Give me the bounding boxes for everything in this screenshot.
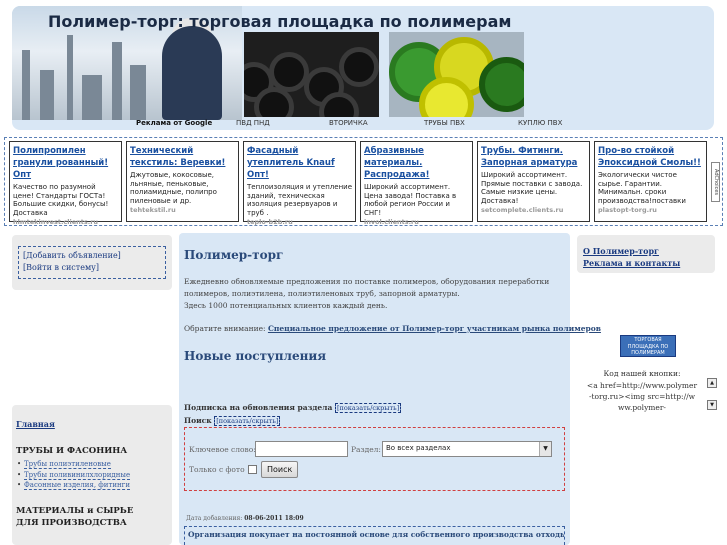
ad-url[interactable]: hlmtekinvest.clients.ru xyxy=(13,218,118,226)
menu-section-heading: МАТЕРИАЛЫ и СЫРЬЕ ДЛЯ ПРОИЗВОДСТВА xyxy=(16,505,134,528)
about-link[interactable]: О Полимер-торг xyxy=(583,245,709,257)
new-items-heading: Новые поступления xyxy=(184,349,327,363)
ad-url[interactable]: setcomplete.clients.ru xyxy=(481,206,586,214)
chevron-down-icon: ▼ xyxy=(539,442,551,456)
search-line: Поиск [показать/скрыть] xyxy=(184,416,281,426)
menu-section-heading: ТРУБЫ И ФАСОНИНА xyxy=(16,446,128,456)
ad-title[interactable]: Фасадный утеплитель Knauf Опт! xyxy=(247,145,352,181)
special-offer-link[interactable]: Специальное предложение от Полимер-торг … xyxy=(268,324,601,333)
category-menu: Главная ТРУБЫ И ФАСОНИНА Трубы полиэтиле… xyxy=(12,405,172,545)
ad-title[interactable]: Трубы. Фитинги. Запорная арматура xyxy=(481,145,586,169)
ad-url[interactable]: plastopt-torg.ru xyxy=(598,206,703,214)
ads-by-google-label: Реклама от Google xyxy=(136,119,213,127)
listing-item[interactable]: Организация покупает на постоянной основ… xyxy=(184,526,565,545)
ad-url[interactable]: tehtekstil.ru xyxy=(130,206,235,214)
main-content: Полимер-торг Ежедневно обновляемые предл… xyxy=(179,233,601,545)
login-link[interactable]: [Войти в систему] xyxy=(23,263,99,272)
ad-title[interactable]: Технический текстиль: Веревки! xyxy=(130,145,235,169)
scroll-down-icon[interactable]: ▼ xyxy=(707,400,717,410)
home-link[interactable]: Главная xyxy=(16,419,168,429)
ad-title[interactable]: Полипропилен гранули рованный! Опт xyxy=(13,145,118,181)
ad-text: Экологически чистое сырье. Гарантии. Мин… xyxy=(598,171,686,205)
ad-unit[interactable]: Абразивные материалы. Распродажа! Широки… xyxy=(360,141,473,226)
ad-banner-block: Полипропилен гранули рованный! Опт Качес… xyxy=(4,137,723,226)
scroll-up-icon[interactable]: ▲ xyxy=(707,378,717,388)
menu-section-list: Трубы полиэтиленовые Трубы поливинилхлор… xyxy=(16,459,168,491)
button-code-textarea[interactable]: <a href=http://www.polymer-torg.ru><img … xyxy=(586,380,698,412)
subscribe-toggle[interactable]: [показать/скрыть] xyxy=(334,403,402,413)
photo-only-label: Только с фото xyxy=(189,465,245,474)
subscribe-line: Подписка на обновления раздела [показать… xyxy=(184,403,402,413)
header-link-vtorichka[interactable]: ВТОРИЧКА xyxy=(329,119,368,127)
ad-text: Джутовые, кокосовые, льняные, пеньковые,… xyxy=(130,171,217,205)
site-button-logo[interactable]: ТОРГОВАЯ ПЛОЩАДКА ПО ПОЛИМЕРАМ xyxy=(620,335,676,357)
header-coils-image xyxy=(389,32,524,117)
item-date: Дата добавления: 08-06-2011 18:09 xyxy=(186,515,304,522)
section-label: Раздел: xyxy=(351,445,381,454)
ad-title[interactable]: Про-во стойкой Эпоксидной Смолы!! xyxy=(598,145,703,169)
intro-text: Ежедневно обновляемые предложения по пос… xyxy=(184,277,550,310)
button-code-label: Код нашей кнопки: xyxy=(603,369,681,378)
ad-title[interactable]: Абразивные материалы. Распродажа! xyxy=(364,145,469,181)
ad-unit[interactable]: Про-во стойкой Эпоксидной Смолы!! Эколог… xyxy=(594,141,707,222)
ad-text: Широкий ассортимент. Цена завода! Постав… xyxy=(364,183,457,217)
section-select[interactable]: Во всех разделах ▼ xyxy=(382,441,552,457)
add-ad-link[interactable]: [Добавить объявление] xyxy=(23,251,121,260)
menu-item[interactable]: Трубы полиэтиленовые xyxy=(16,459,168,470)
ad-unit[interactable]: Полипропилен гранули рованный! Опт Качес… xyxy=(9,141,122,226)
menu-item[interactable]: Фасонные изделия, фитинги xyxy=(16,480,168,491)
search-button[interactable]: Поиск xyxy=(261,461,299,478)
header-link-kuplyu-pvh[interactable]: КУПЛЮ ПВХ xyxy=(518,119,562,127)
search-toggle[interactable]: [показать/скрыть] xyxy=(214,416,281,426)
photo-only-checkbox[interactable] xyxy=(248,465,257,474)
notice-line: Обратите внимание: Специальное предложен… xyxy=(184,324,601,333)
menu-item[interactable]: Трубы поливинилхлоридные xyxy=(16,470,168,481)
ad-choices-badge[interactable]: AdChoices xyxy=(711,162,720,202)
ad-text: Теплоизоляция и утепление зданий, технич… xyxy=(247,183,352,217)
ad-text: Качество по разумной цене! Стандарты ГОС… xyxy=(13,183,109,217)
listing-title[interactable]: Организация покупает на постоянной основ… xyxy=(188,530,564,539)
info-links-box: О Полимер-торг Реклама и контакты xyxy=(577,235,715,273)
ad-unit[interactable]: Фасадный утеплитель Knauf Опт! Теплоизол… xyxy=(243,141,356,226)
search-form: Ключевое слово: Раздел: Во всех разделах… xyxy=(184,427,565,491)
account-box: [Добавить объявление] [Войти в систему] xyxy=(12,235,172,290)
keyword-input[interactable] xyxy=(255,441,348,457)
site-title: Полимер-торг: торговая площадка по полим… xyxy=(48,12,512,31)
page-title: Полимер-торг xyxy=(184,248,284,262)
ads-contacts-link[interactable]: Реклама и контакты xyxy=(583,257,709,269)
ad-unit[interactable]: Технический текстиль: Веревки! Джутовые,… xyxy=(126,141,239,222)
keyword-label: Ключевое слово: xyxy=(189,445,256,454)
ad-text: Широкий ассортимент. Прямые поставки с з… xyxy=(481,171,583,205)
site-header: Полимер-торг: торговая площадка по полим… xyxy=(12,6,714,130)
ad-unit[interactable]: Трубы. Фитинги. Запорная арматура Широки… xyxy=(477,141,590,222)
header-pipes-image xyxy=(244,32,379,117)
header-link-pvd-pnd[interactable]: ПВД ПНД xyxy=(236,119,270,127)
ad-url[interactable]: teplo-b2b.ru xyxy=(247,218,352,226)
ad-url[interactable]: invol.clients.ru xyxy=(364,218,469,226)
account-links: [Добавить объявление] [Войти в систему] xyxy=(18,246,166,279)
header-link-truby-pvh[interactable]: ТРУБЫ ПВХ xyxy=(424,119,465,127)
